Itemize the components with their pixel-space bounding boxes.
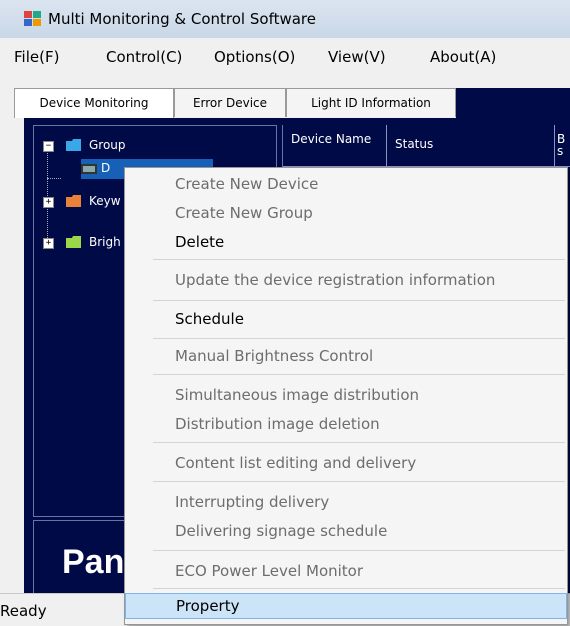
- context-menu: Create New Device Create New Group Delet…: [124, 167, 568, 625]
- menu-view[interactable]: View(V): [328, 48, 386, 66]
- menu-file[interactable]: File(F): [14, 48, 59, 66]
- menu-item-manual-brightness[interactable]: Manual Brightness Control: [125, 343, 567, 369]
- title-bar: Multi Monitoring & Control Software: [0, 0, 570, 39]
- menu-options[interactable]: Options(O): [214, 48, 295, 66]
- menu-item-create-new-group[interactable]: Create New Group: [125, 200, 567, 226]
- menu-separator: [153, 259, 565, 260]
- app-icon: [24, 11, 41, 26]
- tree-label-brigh: Brigh: [89, 235, 121, 249]
- folder-icon: [66, 195, 81, 207]
- tab-error-device[interactable]: Error Device: [174, 88, 286, 117]
- menu-separator: [153, 481, 565, 482]
- menu-item-interrupting-delivery[interactable]: Interrupting delivery: [125, 489, 567, 515]
- menu-item-create-new-device[interactable]: Create New Device: [125, 171, 567, 197]
- menu-separator: [153, 588, 565, 589]
- menu-item-property[interactable]: Property: [125, 593, 567, 619]
- menu-item-simultaneous-distribution[interactable]: Simultaneous image distribution: [125, 382, 567, 408]
- tree-label-group: Group: [89, 138, 126, 152]
- status-text: Ready: [0, 602, 47, 620]
- menu-item-content-list-editing[interactable]: Content list editing and delivery: [125, 450, 567, 476]
- expand-icon[interactable]: +: [43, 197, 54, 208]
- menu-separator: [153, 300, 565, 301]
- column-header-device-name[interactable]: Device Name: [283, 125, 387, 167]
- menu-item-signage-schedule[interactable]: Delivering signage schedule: [125, 518, 567, 544]
- tree-label-keyw: Keyw: [89, 194, 121, 208]
- device-icon: [81, 164, 97, 174]
- tab-light-id-information[interactable]: Light ID Information: [286, 88, 456, 117]
- menu-item-distribution-deletion[interactable]: Distribution image deletion: [125, 411, 567, 437]
- brand-logo: Pan: [62, 543, 125, 581]
- tab-strip: Device Monitoring Error Device Light ID …: [0, 80, 570, 118]
- column-header-b[interactable]: B s: [555, 125, 570, 167]
- menu-separator: [153, 442, 565, 443]
- folder-icon: [66, 139, 81, 151]
- tree-node-group[interactable]: − Group: [34, 136, 274, 156]
- menu-about[interactable]: About(A): [430, 48, 496, 66]
- menu-separator: [153, 338, 565, 339]
- menu-item-update-registration[interactable]: Update the device registration informati…: [125, 267, 567, 293]
- tab-strip-filler: [456, 88, 570, 118]
- folder-icon: [66, 236, 81, 248]
- column-header-status[interactable]: Status: [387, 125, 555, 167]
- menu-item-schedule[interactable]: Schedule: [125, 306, 567, 332]
- window-title: Multi Monitoring & Control Software: [48, 10, 316, 28]
- menu-control[interactable]: Control(C): [106, 48, 182, 66]
- menu-item-eco-power-monitor[interactable]: ECO Power Level Monitor: [125, 558, 567, 584]
- tab-device-monitoring[interactable]: Device Monitoring: [14, 88, 174, 118]
- menu-separator: [153, 374, 565, 375]
- collapse-icon[interactable]: −: [43, 141, 54, 152]
- tree-label-device: D: [101, 161, 111, 175]
- expand-icon[interactable]: +: [43, 238, 54, 249]
- menu-separator: [153, 550, 565, 551]
- menu-item-delete[interactable]: Delete: [125, 229, 567, 255]
- menu-bar: File(F) Control(C) Options(O) View(V) Ab…: [0, 38, 570, 80]
